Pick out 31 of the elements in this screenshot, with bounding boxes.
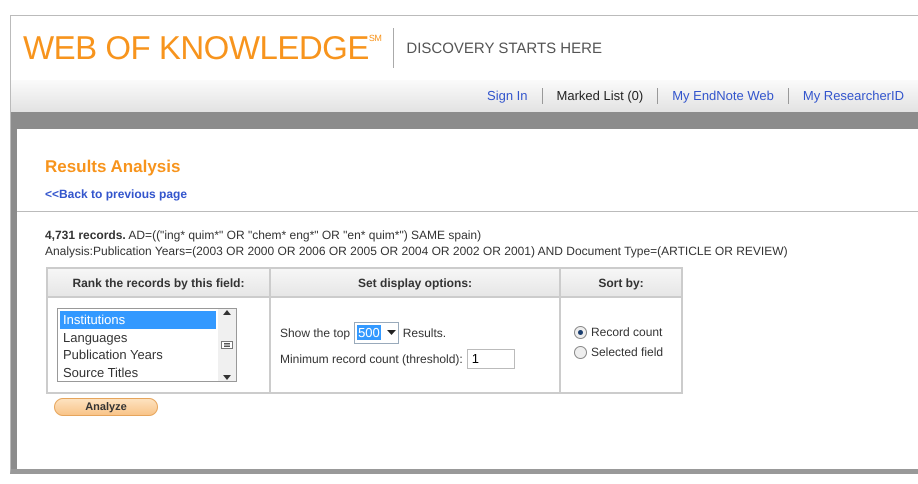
back-link[interactable]: <<Back to previous page	[45, 187, 188, 201]
radio-label: Record count	[591, 325, 662, 339]
scrollbar[interactable]	[218, 309, 236, 381]
nav-link[interactable]: Sign In	[473, 88, 542, 104]
scroll-up-icon[interactable]	[223, 309, 231, 315]
listbox-option[interactable]: Publication Years	[60, 346, 216, 364]
analyze-button[interactable]: Analyze	[54, 398, 158, 416]
logo: WEB OF KNOWLEDGE$^{SM}$	[23, 29, 382, 67]
tagline: DISCOVERY STARTS HERE	[406, 40, 602, 56]
analysis-description: Analysis:Publication Years=(2003 OR 2000 OR 2006 OR 2005 OR 2004 OR 2002 OR 2001) AND Document Type=(ARTICLE OR REVIEW)	[45, 244, 789, 258]
query-summary: 4,731 records. AD=(("ing* quim*" OR "chem* eng*" OR "en* quim*") SAME spain)	[45, 228, 482, 242]
threshold-field[interactable]: 1	[466, 348, 515, 368]
nav-link[interactable]: My ResearcherID	[788, 88, 918, 104]
listbox-option[interactable]: Languages	[60, 328, 216, 346]
radio-label: Selected field	[591, 345, 664, 359]
marked-list-label: Marked List (0)	[542, 88, 658, 104]
caret-icon	[386, 330, 396, 335]
column-header: Set display options:	[270, 268, 560, 297]
radio-button[interactable]	[574, 346, 587, 358]
field-listbox[interactable]: Institutions Languages Publication Years Source Titles	[57, 308, 237, 382]
radio-button[interactable]	[574, 326, 587, 338]
show-top-label: Show the top	[280, 326, 350, 340]
column-header: Sort by:	[560, 268, 682, 297]
page-title: Results Analysis	[45, 157, 182, 177]
scroll-grip-icon	[221, 341, 233, 349]
results-label: Results.	[402, 326, 446, 340]
scroll-down-icon[interactable]	[223, 375, 231, 381]
column-header: Rank the records by this field:	[47, 268, 270, 297]
threshold-label: Minimum record count (threshold):	[280, 352, 463, 366]
nav-link[interactable]: My EndNote Web	[657, 88, 788, 104]
listbox-option[interactable]: Source Titles	[60, 364, 216, 381]
